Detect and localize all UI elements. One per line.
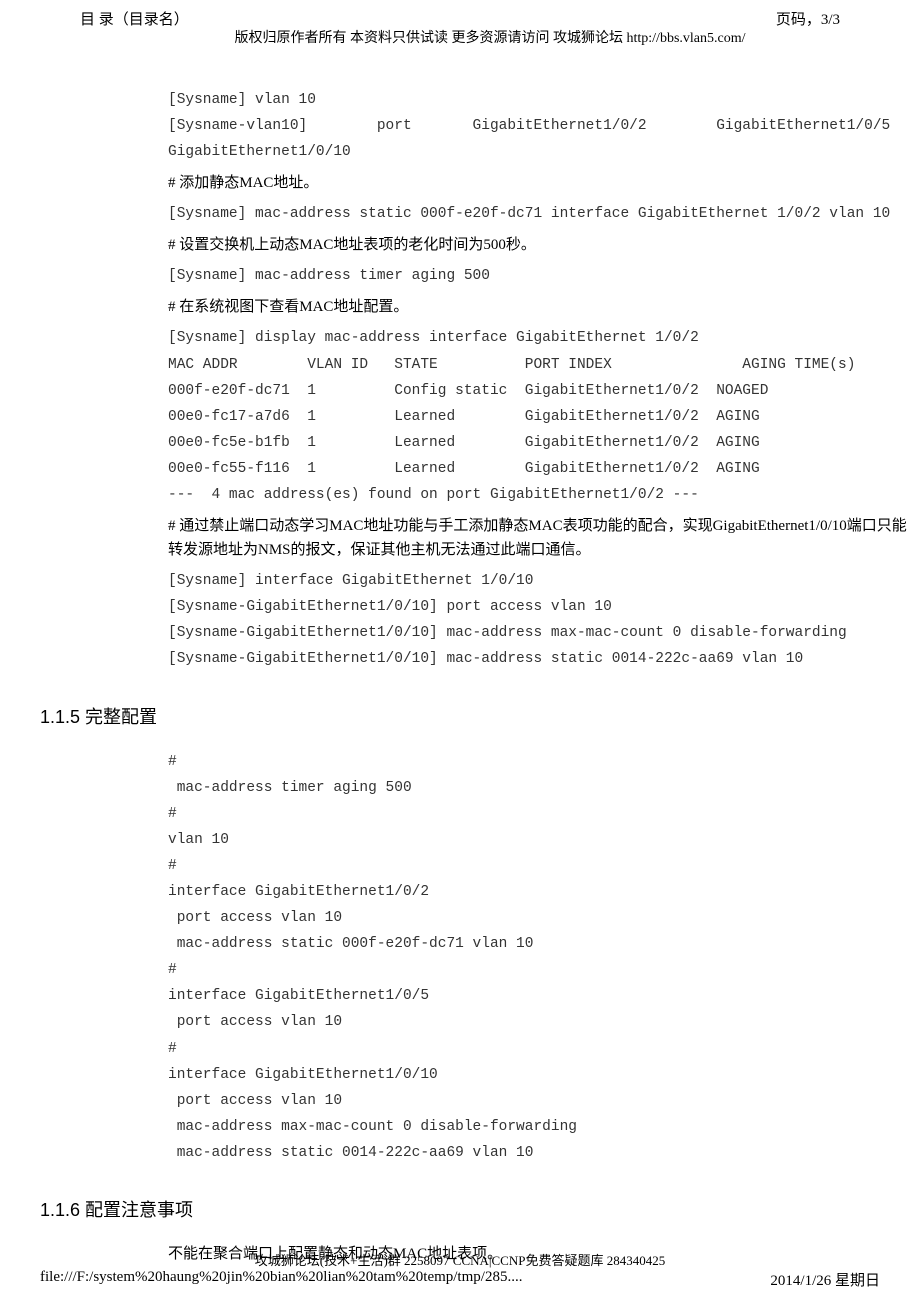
page-header: 目 录（目录名） 页码，3/3 <box>40 8 880 29</box>
header-copyright: 版权归原作者所有 本资料只供试读 更多资源请访问 攻城狮论坛 http://bb… <box>100 27 880 47</box>
main-content: [Sysname] vlan 10 [Sysname-vlan10] port … <box>168 87 908 673</box>
step-disable-learning: # 通过禁止端口动态学习MAC地址功能与手工添加静态MAC表项功能的配合，实现G… <box>168 514 908 562</box>
section-heading-115: 1.1.5 完整配置 <box>40 703 880 729</box>
header-page-number: 页码，3/3 <box>776 8 840 29</box>
page-footer: 攻城狮论坛(技术+生活)群 2258097 CCNA|CCNP免费答疑题库 28… <box>40 1250 880 1290</box>
code-block-mac-static: [Sysname] mac-address static 000f-e20f-d… <box>168 201 908 227</box>
step-add-static-mac: # 添加静态MAC地址。 <box>168 171 908 195</box>
section-heading-116: 1.1.6 配置注意事项 <box>40 1196 880 1222</box>
footer-file-path: file:///F:/system%20haung%20jin%20bian%2… <box>40 1269 522 1290</box>
step-view-config: # 在系统视图下查看MAC地址配置。 <box>168 295 908 319</box>
step-set-aging: # 设置交换机上动态MAC地址表项的老化时间为500秒。 <box>168 233 908 257</box>
code-block-vlan: [Sysname] vlan 10 [Sysname-vlan10] port … <box>168 87 908 165</box>
code-block-display: [Sysname] display mac-address interface … <box>168 325 908 508</box>
header-toc-label: 目 录（目录名） <box>80 8 189 29</box>
section-115-content: # mac-address timer aging 500 # vlan 10 … <box>168 749 908 1167</box>
footer-date: 2014/1/26 星期日 <box>770 1269 880 1290</box>
code-block-full-config: # mac-address timer aging 500 # vlan 10 … <box>168 749 908 1167</box>
page-container: 目 录（目录名） 页码，3/3 版权归原作者所有 本资料只供试读 更多资源请访问… <box>0 0 920 1298</box>
code-block-interface: [Sysname] interface GigabitEthernet 1/0/… <box>168 568 908 672</box>
code-block-aging: [Sysname] mac-address timer aging 500 <box>168 263 908 289</box>
footer-group-info: 攻城狮论坛(技术+生活)群 2258097 CCNA|CCNP免费答疑题库 28… <box>40 1250 880 1269</box>
